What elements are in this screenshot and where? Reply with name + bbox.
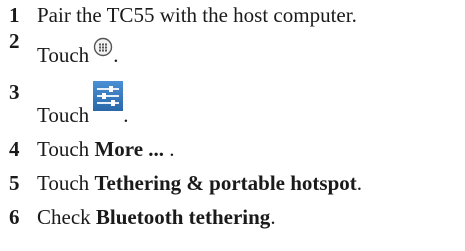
step-suffix: . bbox=[164, 137, 175, 161]
step-prefix: Check bbox=[37, 205, 96, 229]
step-text: Touch. bbox=[37, 81, 129, 127]
step-number: 3 bbox=[9, 80, 20, 104]
step-prefix: Touch bbox=[37, 43, 90, 67]
step-suffix: . bbox=[113, 43, 119, 67]
step-text: Check Bluetooth tethering. bbox=[37, 205, 276, 229]
step-prefix: Touch bbox=[37, 103, 90, 127]
step-prefix: Touch bbox=[37, 137, 95, 161]
step-suffix: . bbox=[123, 103, 129, 127]
menu-item-name: More ... bbox=[94, 137, 165, 161]
step-number: 4 bbox=[9, 137, 20, 161]
settings-icon bbox=[93, 81, 124, 116]
step-suffix: . bbox=[270, 205, 276, 229]
option-name: Bluetooth tethering bbox=[95, 205, 271, 229]
step-number: 2 bbox=[9, 29, 20, 53]
step-text: Pair the TC55 with the host computer. bbox=[37, 3, 357, 27]
step-prefix: Touch bbox=[37, 171, 95, 195]
step-number: 5 bbox=[9, 171, 20, 195]
step-text: Touch More ... . bbox=[37, 137, 175, 161]
step-number: 6 bbox=[9, 205, 20, 229]
step-number: 1 bbox=[9, 3, 20, 27]
step-suffix: . bbox=[356, 171, 363, 195]
all-apps-icon bbox=[93, 37, 113, 62]
step-text: Touch Tethering & portable hotspot. bbox=[37, 171, 362, 195]
menu-item-name: Tethering & portable hotspot bbox=[94, 171, 357, 195]
step-text: Touch. bbox=[37, 37, 119, 67]
